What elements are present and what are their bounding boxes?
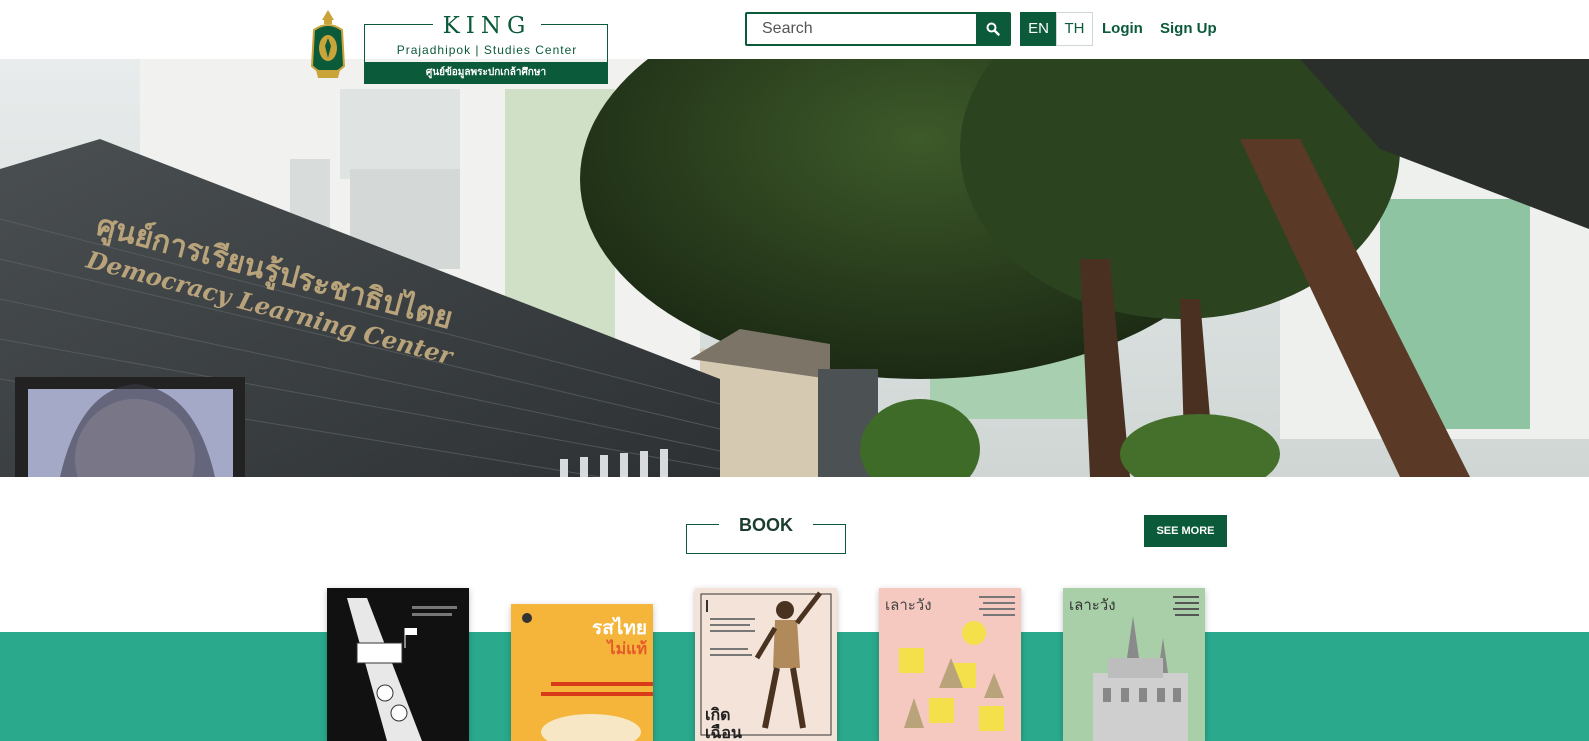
site-logo[interactable]: KING Prajadhipok | Studies Center ศูนย์ข… — [308, 8, 618, 88]
book-cover-2: รสไทย ไม่แท้ — [511, 604, 653, 741]
brand-thai-name: ศูนย์ข้อมูลพระปกเกล้าศึกษา — [364, 62, 608, 84]
book-2-title: รสไทย — [592, 616, 647, 639]
hero-photo: ศูนย์การเรียนรู้ประชาธิปไตย Democracy Le… — [0, 59, 1589, 477]
lang-en-button[interactable]: EN — [1020, 12, 1057, 46]
book-3-title2: เฉือน — [705, 723, 742, 741]
search-button[interactable] — [976, 14, 1009, 44]
login-link[interactable]: Login — [1102, 20, 1143, 37]
search-icon — [986, 22, 1000, 36]
book-card-5[interactable]: เลาะวัง — [1063, 588, 1205, 741]
search-input[interactable] — [747, 14, 976, 44]
book-card-2[interactable]: รสไทย ไม่แท้ — [511, 604, 653, 741]
book-card-3[interactable]: เกิด เฉือน — [695, 588, 837, 741]
book-section-title: BOOK — [686, 515, 846, 554]
book-card-1[interactable] — [327, 588, 469, 741]
book-2-title2: ไม่แท้ — [606, 639, 647, 658]
book-cover-1 — [327, 588, 469, 741]
page: KING Prajadhipok | Studies Center ศูนย์ข… — [0, 0, 1589, 741]
book-card-4[interactable]: เลาะวัง — [879, 588, 1021, 741]
see-more-button[interactable]: SEE MORE — [1144, 515, 1227, 547]
lang-th-button[interactable]: TH — [1056, 12, 1093, 46]
search-bar — [745, 12, 1011, 46]
brand-box: KING Prajadhipok | Studies Center — [364, 13, 608, 62]
book-cover-5: เลาะวัง — [1063, 588, 1205, 741]
book-section-title-text: BOOK — [739, 515, 793, 535]
brand-king: KING — [365, 13, 609, 39]
brand-subtitle: Prajadhipok | Studies Center — [396, 43, 578, 57]
book-cover-3: เกิด เฉือน — [695, 588, 837, 741]
book-4-title: เลาะวัง — [885, 596, 932, 614]
site-header: KING Prajadhipok | Studies Center ศูนย์ข… — [0, 0, 1589, 84]
book-3-title: เกิด — [705, 705, 731, 724]
royal-crest-icon — [308, 8, 348, 88]
book-cover-4: เลาะวัง — [879, 588, 1021, 741]
hero-banner: ศูนย์การเรียนรู้ประชาธิปไตย Democracy Le… — [0, 59, 1589, 477]
book-5-title: เลาะวัง — [1069, 596, 1116, 614]
signup-link[interactable]: Sign Up — [1160, 20, 1217, 37]
